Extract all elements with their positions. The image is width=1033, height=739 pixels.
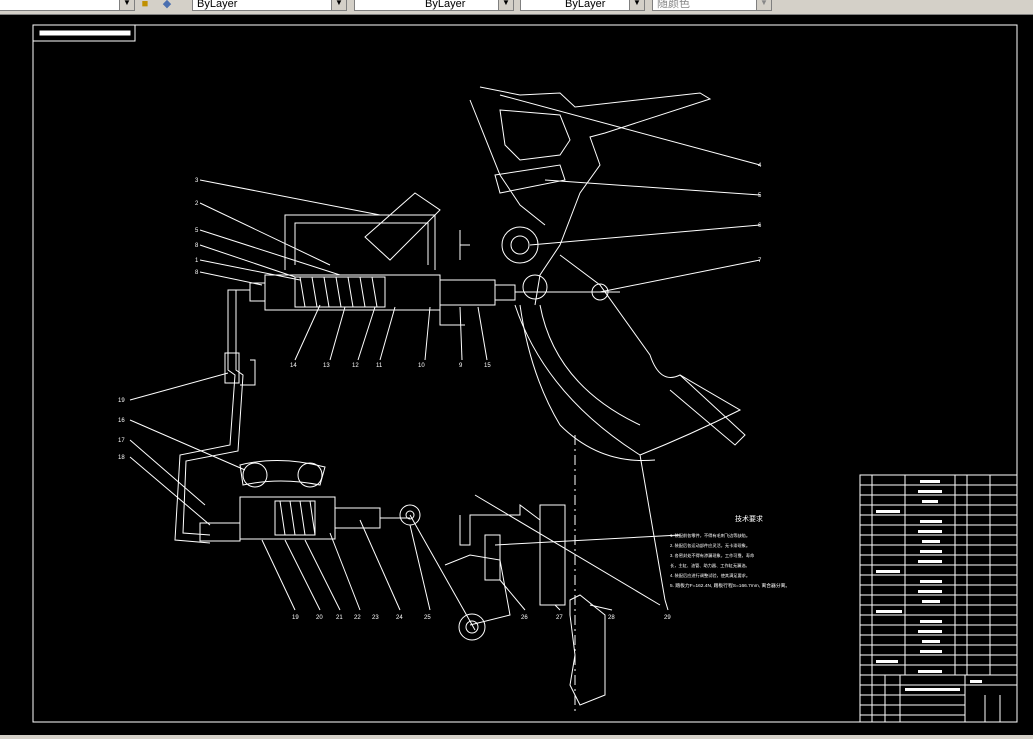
part-label: 25 bbox=[424, 615, 431, 621]
chevron-down-icon[interactable]: ▼ bbox=[498, 0, 513, 10]
chevron-down-icon[interactable]: ▼ bbox=[119, 0, 134, 10]
part-label: 24 bbox=[396, 615, 403, 621]
part-label: 2 bbox=[195, 201, 199, 207]
layer-states-icon[interactable]: ■ bbox=[137, 0, 153, 10]
part-label: 5 bbox=[195, 228, 199, 234]
part-label: 13 bbox=[323, 363, 330, 369]
part-label: 15 bbox=[484, 363, 491, 369]
part-label: 8 bbox=[195, 243, 199, 249]
tech-note: 3. 各密封处不得有渗漏现象，工作可靠，寿命 bbox=[670, 552, 755, 559]
pedal-assembly bbox=[469, 86, 746, 601]
part-label: 6 bbox=[758, 223, 762, 229]
status-bar bbox=[0, 735, 1033, 739]
part-label: 17 bbox=[118, 438, 125, 444]
lineweight-combo[interactable]: ByLayer ▼ bbox=[520, 0, 645, 11]
part-label: 27 bbox=[556, 615, 563, 621]
tech-note: 5. 踏板力F=162.4N, 踏板行程S=166.7mm, 离合器分离。 bbox=[670, 582, 790, 589]
part-label: 19 bbox=[118, 398, 125, 404]
part-label: 11 bbox=[376, 363, 383, 369]
part-label: 10 bbox=[418, 363, 425, 369]
part-label: 22 bbox=[354, 615, 361, 621]
part-label: 8 bbox=[195, 270, 199, 276]
part-label: 9 bbox=[459, 363, 463, 369]
lineweight-combo-value: ByLayer bbox=[565, 0, 606, 10]
part-label: 20 bbox=[316, 615, 323, 621]
part-number-labels: 3 2 5 8 1 8 4 5 6 7 14 13 12 11 10 9 15 … bbox=[118, 163, 762, 621]
tech-title: 技术要求 bbox=[735, 514, 763, 523]
properties-toolbar: ▼ ■ ◆ ByLayer ▼ ByLayer ▼ ByLayer ▼ 随颜色 … bbox=[0, 0, 1033, 15]
part-label: 5 bbox=[758, 193, 762, 199]
layer-combo[interactable]: ▼ bbox=[0, 0, 135, 11]
plotstyle-combo[interactable]: 随颜色 ▼ bbox=[652, 0, 772, 11]
part-label: 18 bbox=[118, 455, 125, 461]
chevron-down-icon[interactable]: ▼ bbox=[629, 0, 644, 10]
linetype-combo[interactable]: ByLayer ▼ bbox=[354, 0, 514, 11]
chevron-down-icon[interactable]: ▼ bbox=[756, 0, 771, 10]
tech-note: 4. 装配后应进行调整试验，使其满足要求。 bbox=[670, 572, 750, 579]
linetype-combo-value: ByLayer bbox=[425, 0, 466, 10]
color-combo-value: ByLayer bbox=[197, 0, 238, 10]
part-label: 16 bbox=[118, 418, 125, 424]
part-label: 3 bbox=[195, 178, 199, 184]
part-label: 19 bbox=[292, 615, 299, 621]
master-cylinder bbox=[249, 192, 620, 326]
drawing-canvas[interactable]: 3 2 5 8 1 8 4 5 6 7 14 13 12 11 10 9 15 … bbox=[0, 15, 1033, 735]
part-label: 7 bbox=[758, 258, 762, 264]
part-label: 23 bbox=[372, 615, 379, 621]
part-label: 12 bbox=[352, 363, 359, 369]
part-label: 28 bbox=[608, 615, 615, 621]
plotstyle-combo-value: 随颜色 bbox=[657, 0, 690, 10]
part-label: 26 bbox=[521, 615, 528, 621]
slave-cylinder bbox=[199, 460, 486, 641]
color-combo[interactable]: ByLayer ▼ bbox=[192, 0, 347, 11]
technical-requirements: 技术要求 1. 装配前各零件，不得有毛刺飞边等缺陷。 2. 装配后各运动部件应灵… bbox=[670, 514, 790, 589]
part-label: 4 bbox=[758, 163, 762, 169]
tech-note: 1. 装配前各零件，不得有毛刺飞边等缺陷。 bbox=[670, 532, 750, 539]
layer-manager-icon[interactable]: ◆ bbox=[159, 0, 175, 10]
title-tab-bar bbox=[39, 30, 131, 36]
tech-note: 2. 装配后各运动部件应灵活，无卡滞现象。 bbox=[670, 542, 750, 549]
part-label: 1 bbox=[195, 258, 199, 264]
chevron-down-icon[interactable]: ▼ bbox=[331, 0, 346, 10]
part-label: 14 bbox=[290, 363, 297, 369]
part-label: 21 bbox=[336, 615, 343, 621]
release-fork bbox=[444, 435, 681, 715]
tech-note: 长，主缸、油管、助力器、工作缸无漏油。 bbox=[670, 562, 750, 569]
part-label: 29 bbox=[664, 615, 671, 621]
